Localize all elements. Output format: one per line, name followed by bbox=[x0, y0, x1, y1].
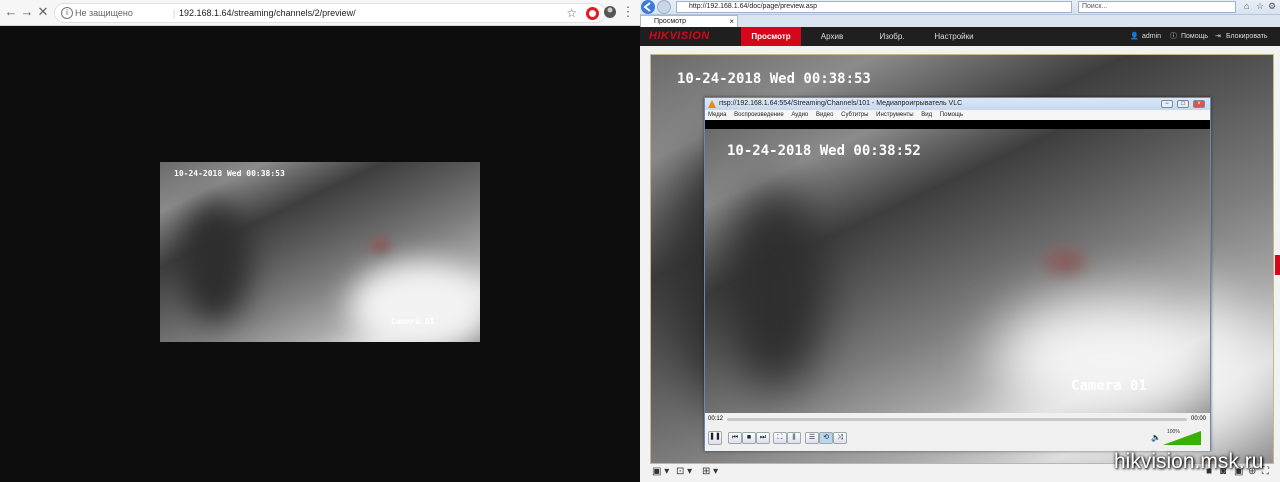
separator: | bbox=[173, 8, 176, 18]
nav-archive[interactable]: Архив bbox=[811, 27, 853, 46]
close-icon[interactable]: × bbox=[1193, 100, 1205, 108]
vlc-video-stream: 10-24-2018 Wed 00:38:52 Camera 01 bbox=[705, 129, 1210, 413]
video-camera-label: Camera 01 bbox=[391, 317, 435, 326]
chrome-menu-icon[interactable]: ⋮ bbox=[620, 3, 636, 21]
side-panel-toggle[interactable] bbox=[1275, 255, 1280, 275]
stop-icon[interactable]: ■ bbox=[742, 432, 756, 444]
menu-video[interactable]: Видео bbox=[816, 112, 834, 118]
chrome-video-stream: 10-24-2018 Wed 00:38:53 Camera 01 bbox=[160, 162, 480, 342]
help-icon: ⓘ bbox=[1170, 33, 1177, 40]
ie-search-input[interactable]: Поиск... bbox=[1078, 1, 1236, 13]
stop-icon[interactable]: ✕ bbox=[34, 3, 52, 21]
menu-subtitles[interactable]: Субтитры bbox=[841, 112, 868, 118]
nav-preview[interactable]: Просмотр bbox=[741, 27, 801, 46]
prev-icon[interactable]: ⏮ bbox=[728, 432, 742, 444]
vlc-title: rtsp://192.168.1.64:554/Streaming/Channe… bbox=[719, 100, 963, 107]
menu-help[interactable]: Помощь bbox=[940, 112, 963, 118]
ie-tab-strip: Просмотр × bbox=[640, 15, 1280, 27]
menu-audio[interactable]: Аудио bbox=[791, 112, 808, 118]
ie-settings-icon[interactable]: ⚙ bbox=[1268, 1, 1276, 12]
help-link[interactable]: Помощь bbox=[1181, 27, 1208, 46]
info-icon[interactable]: i bbox=[61, 7, 73, 19]
hikvision-navbar: HIKVISION Просмотр Архив Изобр. Настройк… bbox=[640, 27, 1280, 46]
playlist-icon[interactable]: ☰ bbox=[805, 432, 819, 444]
maximize-icon[interactable]: □ bbox=[1177, 100, 1189, 108]
opera-icon[interactable] bbox=[586, 7, 599, 20]
vlc-controls: ❚❚ ⏮ ■ ⏭ ⛶ ⫼ ☰ ⟲ ⤨ 🔈 100% bbox=[705, 425, 1210, 451]
time-total: 00:00 bbox=[1191, 416, 1207, 422]
ie-url[interactable]: http://192.168.1.64/doc/page/preview.asp bbox=[689, 3, 817, 10]
address-bar[interactable]: i Не защищено | 192.168.1.64/streaming/c… bbox=[54, 3, 606, 23]
shuffle-icon[interactable]: ⤨ bbox=[833, 432, 847, 444]
volume-slider[interactable]: 100% bbox=[1163, 429, 1201, 445]
loop-icon[interactable]: ⟲ bbox=[819, 432, 833, 444]
vlc-video-camera-label: Camera 01 bbox=[1071, 378, 1147, 394]
stream-dropdown[interactable]: ⊡ ▾ bbox=[676, 466, 692, 477]
ie-home-icon[interactable]: ⌂ bbox=[1244, 1, 1249, 11]
menu-playback[interactable]: Воспроизведение bbox=[734, 112, 784, 118]
vlc-window: rtsp://192.168.1.64:554/Streaming/Channe… bbox=[704, 97, 1211, 451]
video-timestamp: 10-24-2018 Wed 00:38:53 bbox=[174, 169, 285, 178]
ie-toolbar: http://192.168.1.64/doc/page/preview.asp… bbox=[640, 0, 1280, 15]
pause-icon[interactable]: ❚❚ bbox=[708, 431, 722, 445]
ie-back-icon[interactable] bbox=[641, 0, 655, 14]
ie-favorites-icon[interactable]: ☆ bbox=[1256, 1, 1264, 12]
plugin-dropdown[interactable]: ⊞ ▾ bbox=[702, 466, 718, 477]
vlc-title-bar[interactable]: rtsp://192.168.1.64:554/Streaming/Channe… bbox=[705, 98, 1210, 110]
user-icon: 👤 bbox=[1130, 33, 1139, 40]
vlc-menubar: Медиа Воспроизведение Аудио Видео Субтит… bbox=[705, 110, 1210, 120]
minimize-icon[interactable]: − bbox=[1161, 100, 1173, 108]
ie-tab-preview[interactable]: Просмотр × bbox=[640, 15, 738, 27]
speaker-icon[interactable]: 🔈 bbox=[1151, 433, 1161, 442]
vlc-cone-icon bbox=[708, 100, 716, 108]
chrome-window: ← → ✕ i Не защищено | 192.168.1.64/strea… bbox=[0, 0, 640, 482]
vlc-video-area[interactable]: 10-24-2018 Wed 00:38:52 Camera 01 bbox=[705, 120, 1210, 413]
avatar-icon[interactable] bbox=[602, 3, 618, 21]
logout-link[interactable]: Блокировать bbox=[1226, 27, 1268, 46]
nav-settings[interactable]: Настройки bbox=[929, 27, 979, 46]
ie-address-bar[interactable]: http://192.168.1.64/doc/page/preview.asp bbox=[676, 1, 1072, 13]
hikvision-logo: HIKVISION bbox=[649, 30, 710, 42]
seek-slider[interactable] bbox=[727, 418, 1187, 421]
ie-tab-close-icon[interactable]: × bbox=[729, 16, 734, 27]
ie-search-placeholder: Поиск... bbox=[1082, 3, 1108, 10]
layout-dropdown[interactable]: ▣ ▾ bbox=[652, 466, 669, 477]
menu-media[interactable]: Медиа bbox=[708, 112, 726, 118]
url-text[interactable]: 192.168.1.64/streaming/channels/2/previe… bbox=[179, 8, 356, 18]
watermark: hikvision.msk.ru bbox=[1114, 450, 1264, 473]
logout-icon: ⇥ bbox=[1215, 33, 1221, 40]
vlc-video-timestamp: 10-24-2018 Wed 00:38:52 bbox=[727, 143, 921, 159]
security-label[interactable]: Не защищено bbox=[75, 8, 133, 18]
vlc-seek-row: 00:12 00:00 bbox=[705, 413, 1210, 425]
bookmark-star-icon[interactable]: ☆ bbox=[566, 6, 577, 20]
menu-tools[interactable]: Инструменты bbox=[876, 112, 913, 118]
ie-forward-icon[interactable] bbox=[657, 0, 671, 14]
chrome-toolbar: ← → ✕ i Не защищено | 192.168.1.64/strea… bbox=[0, 0, 640, 26]
volume-label: 100% bbox=[1167, 429, 1180, 435]
extended-settings-icon[interactable]: ⫼ bbox=[787, 432, 801, 444]
nav-image[interactable]: Изобр. bbox=[871, 27, 913, 46]
time-elapsed: 00:12 bbox=[708, 416, 724, 422]
ie-tab-label: Просмотр bbox=[654, 18, 686, 25]
menu-view[interactable]: Вид bbox=[921, 112, 932, 118]
fullscreen-toggle-icon[interactable]: ⛶ bbox=[773, 432, 787, 444]
hik-video-timestamp: 10-24-2018 Wed 00:38:53 bbox=[677, 71, 871, 87]
next-icon[interactable]: ⏭ bbox=[756, 432, 770, 444]
user-name[interactable]: admin bbox=[1142, 27, 1161, 46]
